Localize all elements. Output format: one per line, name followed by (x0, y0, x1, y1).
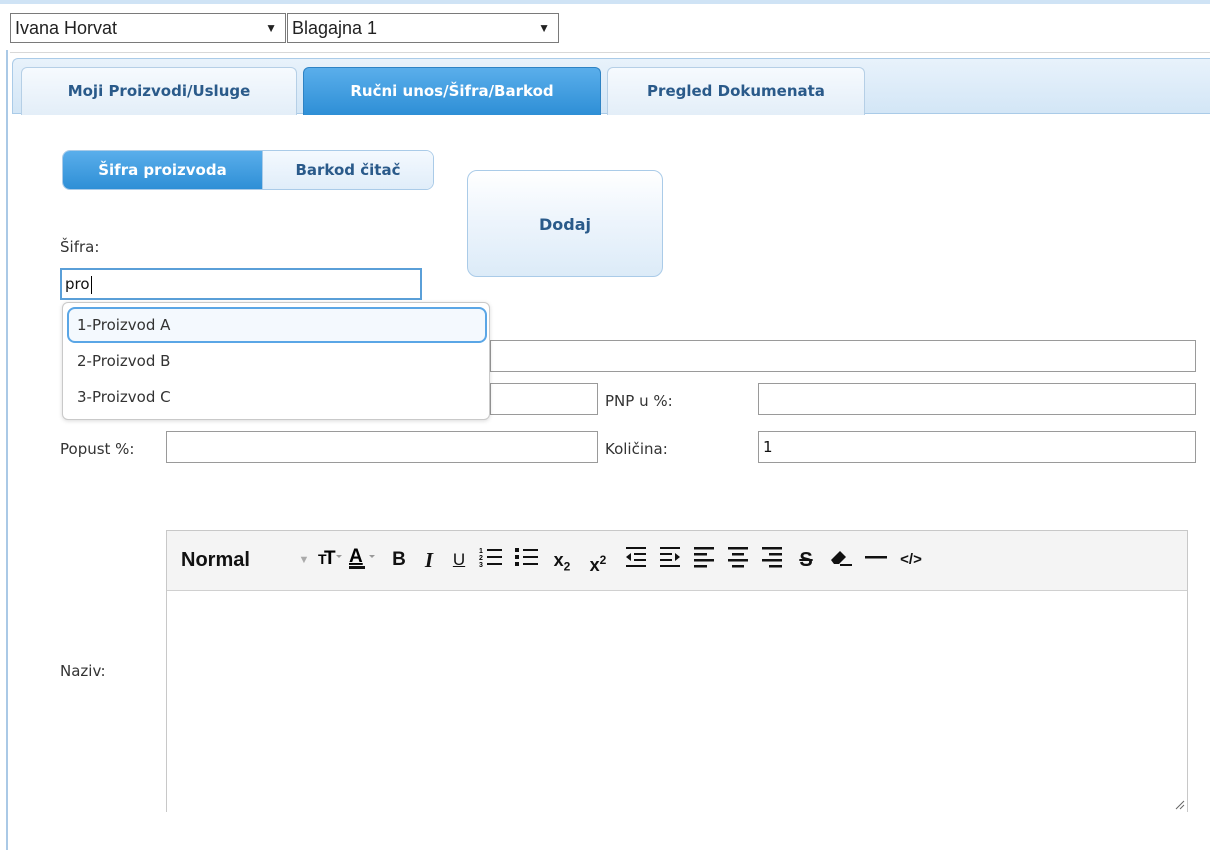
hidden-row-input[interactable] (490, 340, 1196, 372)
tab-pregled-dokumenata[interactable]: Pregled Dokumenata (607, 67, 865, 115)
unordered-list-icon[interactable] (513, 545, 541, 575)
autocomplete-item[interactable]: 3-Proizvod C (67, 380, 487, 416)
sifra-input-value: pro (65, 275, 90, 293)
kolicina-label: Količina: (605, 440, 668, 458)
chevron-down-icon[interactable]: ▼ (295, 545, 313, 575)
naziv-label: Naziv: (60, 662, 106, 680)
popust-label: Popust %: (60, 440, 135, 458)
underline-icon[interactable]: U (447, 545, 471, 575)
dropdown-arrow-icon: ▼ (538, 21, 550, 35)
outdent-icon[interactable] (623, 545, 649, 575)
svg-text:T: T (324, 548, 336, 569)
mode-barkod-button[interactable]: Barkod čitač (261, 151, 433, 189)
svg-text:A: A (349, 546, 363, 567)
italic-icon[interactable]: I (417, 545, 441, 575)
mode-sifra-button[interactable]: Šifra proizvoda (63, 151, 262, 189)
register-select-value: Blagajna 1 (292, 18, 378, 38)
user-select-value: Ivana Horvat (15, 18, 118, 38)
header-divider (10, 52, 1210, 53)
font-size-icon[interactable]: TT (317, 545, 343, 575)
resize-handle-icon[interactable] (1173, 798, 1185, 810)
strikethrough-icon[interactable]: S (793, 545, 819, 575)
input-mode-toggle: Šifra proizvoda Barkod čitač (62, 150, 434, 190)
format-select[interactable]: Normal (181, 545, 271, 575)
bold-icon[interactable]: B (387, 545, 411, 575)
pnp-input[interactable] (758, 383, 1196, 415)
register-select[interactable]: Blagajna 1 ▼ (287, 13, 559, 43)
popust-input[interactable] (166, 431, 598, 463)
autocomplete-item[interactable]: 2-Proizvod B (67, 344, 487, 380)
add-button[interactable]: Dodaj (467, 170, 663, 277)
editor-toolbar: Normal ▼ TT A B I U 123 x2 x2 S </> (167, 531, 1187, 591)
user-select[interactable]: Ivana Horvat ▼ (10, 13, 286, 43)
left-border (6, 50, 8, 850)
rich-text-editor[interactable]: Normal ▼ TT A B I U 123 x2 x2 S </> (166, 530, 1188, 812)
svg-text:3: 3 (479, 562, 483, 569)
sifra-input[interactable]: pro (60, 268, 422, 300)
top-border (0, 0, 1210, 4)
svg-text:2: 2 (479, 555, 483, 562)
pnp-label: PNP u %: (605, 392, 673, 410)
subscript-icon[interactable]: x2 (547, 545, 577, 575)
dropdown-arrow-icon: ▼ (265, 21, 277, 35)
ordered-list-icon[interactable]: 123 (477, 545, 505, 575)
horizontal-rule-icon[interactable] (863, 545, 889, 575)
font-color-icon[interactable]: A (347, 545, 379, 575)
kolicina-input[interactable]: 1 (758, 431, 1196, 463)
align-left-icon[interactable] (691, 545, 717, 575)
sifra-label: Šifra: (60, 238, 100, 256)
eraser-icon[interactable] (827, 545, 855, 575)
superscript-icon[interactable]: x2 (583, 545, 613, 575)
svg-text:1: 1 (479, 548, 483, 555)
tab-rucni-unos[interactable]: Ručni unos/Šifra/Barkod (303, 67, 601, 115)
align-center-icon[interactable] (725, 545, 751, 575)
cijena-input[interactable] (490, 383, 598, 415)
align-right-icon[interactable] (759, 545, 785, 575)
text-caret (90, 275, 92, 294)
tab-bar: Moji Proizvodi/Usluge Ručni unos/Šifra/B… (12, 58, 1210, 115)
indent-icon[interactable] (657, 545, 683, 575)
tab-moji-proizvodi[interactable]: Moji Proizvodi/Usluge (21, 67, 297, 115)
autocomplete-item[interactable]: 1-Proizvod A (67, 307, 487, 343)
code-view-icon[interactable]: </> (895, 545, 927, 575)
autocomplete-dropdown: 1-Proizvod A 2-Proizvod B 3-Proizvod C (62, 302, 490, 420)
